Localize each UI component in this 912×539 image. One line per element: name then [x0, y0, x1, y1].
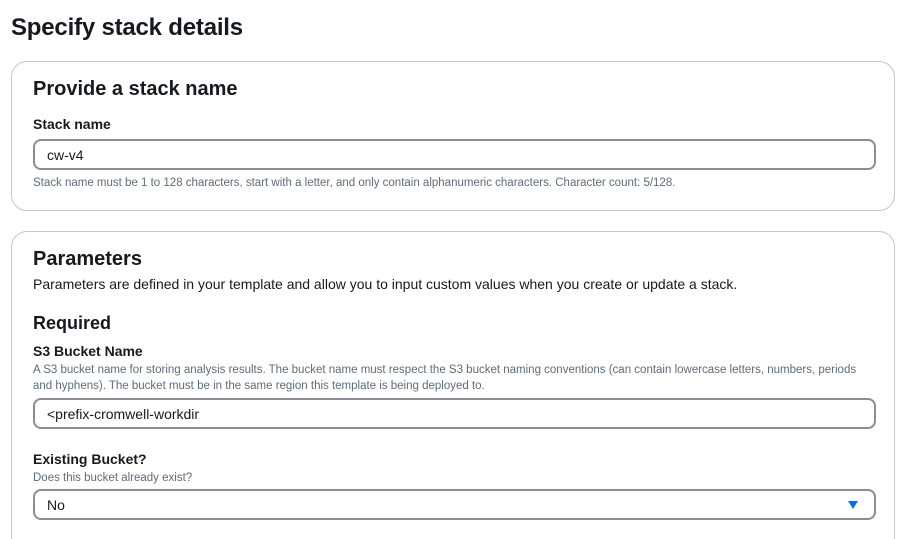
stack-name-hint: Stack name must be 1 to 128 characters, …	[33, 177, 676, 189]
stack-name-label: Stack name	[33, 116, 111, 132]
s3-bucket-label: S3 Bucket Name	[33, 343, 143, 359]
page-title: Specify stack details	[11, 14, 243, 41]
s3-bucket-description: A S3 bucket name for storing analysis re…	[33, 364, 857, 392]
parameters-section-title: Parameters	[33, 248, 142, 270]
page: Specify stack details Provide a stack na…	[0, 0, 912, 539]
existing-bucket-select[interactable]: No	[33, 489, 876, 520]
stack-name-section-title: Provide a stack name	[33, 78, 238, 100]
existing-bucket-label: Existing Bucket?	[33, 451, 147, 467]
required-heading: Required	[33, 313, 112, 333]
stack-name-input[interactable]	[33, 139, 876, 170]
existing-bucket-selected-value: No	[47, 496, 65, 513]
caret-down-icon	[848, 500, 858, 509]
existing-bucket-description: Does this bucket already exist?	[33, 472, 193, 484]
parameters-panel: Parameters Parameters are defined in you…	[11, 231, 895, 539]
s3-bucket-input[interactable]	[33, 398, 876, 429]
stack-name-panel: Provide a stack name Stack name Stack na…	[11, 61, 895, 211]
parameters-description: Parameters are defined in your template …	[33, 276, 738, 292]
